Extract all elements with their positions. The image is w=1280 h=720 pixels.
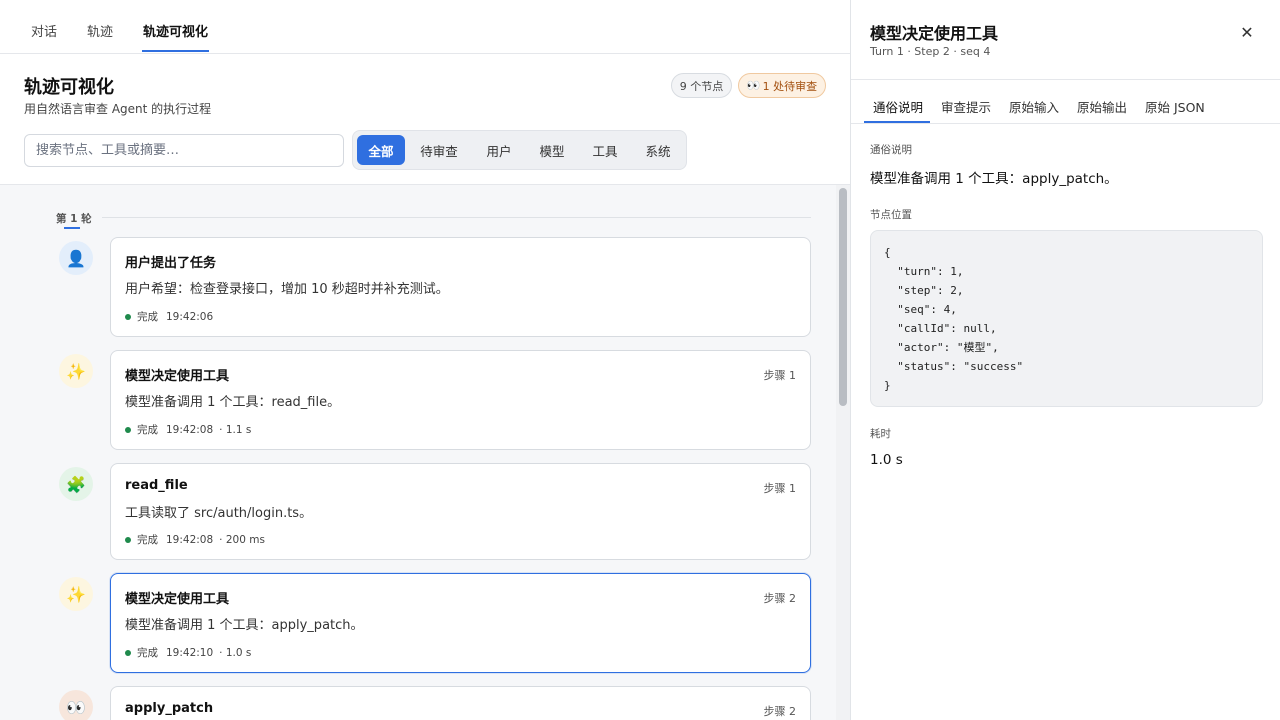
tab-plain-explanation[interactable]: 通俗说明 — [873, 97, 923, 116]
node-step: 步骤 2 — [763, 705, 797, 718]
tab-review-hints[interactable]: 审查提示 — [941, 97, 991, 116]
page-subtitle: 用自然语言审查 Agent 的执行过程 — [24, 102, 212, 116]
status-dot — [125, 649, 131, 656]
timeline-node-card[interactable]: 用户提出了任务 用户希望：检查登录接口，增加 10 秒超时并补充测试。 完成 1… — [110, 237, 811, 337]
status-dot — [125, 536, 131, 543]
round-divider — [102, 217, 811, 218]
node-step: 步骤 1 — [763, 482, 797, 495]
node-step: 步骤 1 — [763, 369, 797, 382]
user-icon: 👤 — [59, 241, 93, 275]
node-summary: 工具读取了 src/auth/login.ts。 — [125, 506, 313, 521]
node-meta: 完成 19:42:08 · 1.1 s — [125, 422, 251, 437]
node-time: 19:42:08 — [166, 423, 214, 436]
timeline-node-card-selected[interactable]: 模型决定使用工具 步骤 2 模型准备调用 1 个工具：apply_patch。 … — [110, 573, 811, 673]
detail-subtitle: Turn 1 · Step 2 · seq 4 — [870, 45, 991, 58]
filter-tool[interactable]: 工具 — [583, 135, 627, 165]
round-label: 第 1 轮 — [56, 213, 92, 225]
tab-raw-input[interactable]: 原始输入 — [1009, 97, 1059, 116]
round-accent — [64, 227, 80, 229]
search-input[interactable] — [24, 134, 344, 167]
pending-review-badge[interactable]: 👀 1 处待审查 — [738, 73, 826, 98]
position-json-block: { "turn": 1, "step": 2, "seq": 4, "callI… — [870, 230, 1263, 407]
close-icon[interactable]: ✕ — [1237, 22, 1257, 42]
page-header: 轨迹可视化 用自然语言审查 Agent 的执行过程 9 个节点 👀 1 处待审查… — [0, 54, 850, 185]
filter-all[interactable]: 全部 — [357, 135, 405, 165]
sparkles-icon: ✨ — [59, 354, 93, 388]
duration-label: 耗时 — [870, 428, 891, 440]
filter-segmented-control: 全部 待审查 用户 模型 工具 系统 — [352, 130, 687, 170]
tab-raw-json[interactable]: 原始 JSON — [1145, 97, 1205, 116]
node-step: 步骤 2 — [763, 592, 797, 605]
status-dot — [125, 426, 131, 433]
node-meta: 完成 19:42:06 — [125, 309, 213, 324]
filter-pending-review[interactable]: 待审查 — [413, 135, 465, 165]
status-dot — [125, 313, 131, 320]
timeline-node-card[interactable]: apply_patch 步骤 2 — [110, 686, 811, 720]
tab-conversation[interactable]: 对话 — [31, 21, 57, 40]
sparkles-icon: ✨ — [59, 577, 93, 611]
node-title: apply_patch — [125, 701, 214, 716]
tab-raw-output[interactable]: 原始输出 — [1077, 97, 1127, 116]
duration-value: 1.0 s — [870, 452, 903, 468]
node-time: 19:42:08 — [166, 533, 214, 546]
node-title: 模型决定使用工具 — [125, 369, 230, 384]
node-title: 模型决定使用工具 — [125, 592, 230, 607]
node-summary: 模型准备调用 1 个工具：apply_patch。 — [125, 618, 364, 633]
top-navigation: 对话 轨迹 轨迹可视化 — [0, 0, 850, 54]
pending-review-label: 1 处待审查 — [762, 79, 818, 93]
trace-main-pane: 对话 轨迹 轨迹可视化 轨迹可视化 用自然语言审查 Agent 的执行过程 9 … — [0, 0, 850, 720]
timeline-node-card[interactable]: 模型决定使用工具 步骤 1 模型准备调用 1 个工具：read_file。 完成… — [110, 350, 811, 450]
filter-system[interactable]: 系统 — [636, 135, 680, 165]
puzzle-icon: 🧩 — [59, 467, 93, 501]
node-status: 完成 — [137, 647, 158, 659]
node-duration: · 1.0 s — [219, 646, 252, 659]
page-title: 轨迹可视化 — [24, 77, 114, 98]
node-status: 完成 — [137, 424, 158, 436]
explanation-text: 模型准备调用 1 个工具：apply_patch。 — [870, 171, 1118, 187]
node-duration: · 200 ms — [219, 533, 265, 546]
detail-title: 模型决定使用工具 — [870, 24, 999, 43]
position-label: 节点位置 — [870, 209, 912, 221]
node-duration: · 1.1 s — [219, 423, 252, 436]
node-time: 19:42:10 — [166, 646, 214, 659]
tab-trace-visualization[interactable]: 轨迹可视化 — [143, 21, 208, 40]
node-status: 完成 — [137, 534, 158, 546]
tab-trace[interactable]: 轨迹 — [87, 21, 113, 40]
timeline-node-card[interactable]: read_file 步骤 1 工具读取了 src/auth/login.ts。 … — [110, 463, 811, 560]
timeline-list: 第 1 轮 👤 用户提出了任务 用户希望：检查登录接口，增加 10 秒超时并补充… — [0, 185, 850, 720]
node-title: 用户提出了任务 — [125, 256, 217, 271]
eyes-icon: 👀 — [59, 690, 93, 720]
filter-model[interactable]: 模型 — [530, 135, 574, 165]
detail-tabs: 通俗说明 审查提示 原始输入 原始输出 原始 JSON — [851, 80, 1280, 124]
node-count-badge: 9 个节点 — [671, 73, 732, 98]
node-detail-panel: 模型决定使用工具 Turn 1 · Step 2 · seq 4 ✕ 通俗说明 … — [850, 0, 1280, 720]
node-summary: 模型准备调用 1 个工具：read_file。 — [125, 395, 341, 410]
active-tab-indicator — [142, 50, 209, 52]
node-summary: 用户希望：检查登录接口，增加 10 秒超时并补充测试。 — [125, 282, 449, 297]
eyes-icon: 👀 — [746, 79, 761, 92]
node-meta: 完成 19:42:10 · 1.0 s — [125, 645, 251, 660]
node-time: 19:42:06 — [166, 310, 214, 323]
explanation-label: 通俗说明 — [870, 144, 912, 156]
node-title: read_file — [125, 478, 188, 493]
node-meta: 完成 19:42:08 · 200 ms — [125, 532, 265, 547]
node-status: 完成 — [137, 311, 158, 323]
filter-user[interactable]: 用户 — [477, 135, 521, 165]
timeline-scrollbar-thumb[interactable] — [839, 188, 847, 406]
active-tab-indicator — [864, 121, 930, 123]
